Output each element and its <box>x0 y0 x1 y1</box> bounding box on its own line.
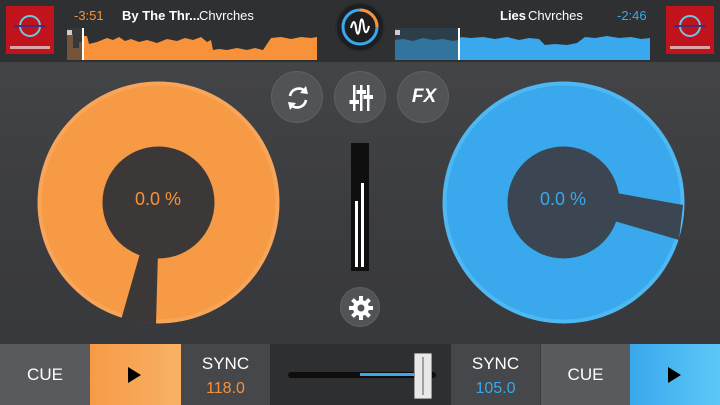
fx-label: FX <box>411 86 437 107</box>
play-icon <box>128 367 141 383</box>
cue-button-right[interactable]: CUE <box>540 344 630 405</box>
play-button-right[interactable] <box>630 344 720 405</box>
sync-button-right[interactable]: SYNC 105.0 <box>451 344 540 405</box>
dj-app: -3:51 By The Thr... Chvrches Lies Chvrch… <box>0 0 720 405</box>
gear-icon <box>349 296 373 320</box>
mixer-sliders-icon <box>349 85 373 111</box>
pitch-percent-right: 0.0 % <box>539 189 587 209</box>
sync-label-right: SYNC <box>471 354 520 373</box>
track-title-left: By The Thr... <box>122 8 201 23</box>
settings-button[interactable] <box>340 287 380 327</box>
waveform-right[interactable] <box>395 28 650 60</box>
cue-button-left[interactable]: CUE <box>0 344 90 405</box>
time-remaining-right: -2:46 <box>617 8 647 23</box>
sync-label-left: SYNC <box>201 354 250 373</box>
bpm-right: 105.0 <box>475 380 516 397</box>
album-cover-right[interactable] <box>666 6 714 54</box>
vu-meter <box>351 143 369 271</box>
mixer-button[interactable] <box>334 71 386 123</box>
crossfader-handle[interactable] <box>414 353 433 399</box>
track-artist-left: Chvrches <box>199 8 254 23</box>
waveform-logo-icon <box>341 8 379 46</box>
track-artist-right: Chvrches <box>528 8 583 23</box>
time-remaining-left: -3:51 <box>74 8 104 23</box>
play-icon <box>668 367 681 383</box>
play-button-left[interactable] <box>90 344 181 405</box>
bpm-left: 118.0 <box>206 380 245 397</box>
loop-icon <box>288 86 308 110</box>
pitch-percent-left: 0.0 % <box>134 189 182 209</box>
crossfader[interactable] <box>270 344 451 405</box>
track-title-right: Lies <box>500 8 527 23</box>
waveform-left[interactable] <box>67 28 317 60</box>
sync-button-left[interactable]: SYNC 118.0 <box>181 344 270 405</box>
fx-button[interactable]: FX <box>397 71 449 123</box>
album-cover-left[interactable] <box>6 6 54 54</box>
loop-button[interactable] <box>271 71 323 123</box>
app-logo-button[interactable] <box>335 2 385 52</box>
